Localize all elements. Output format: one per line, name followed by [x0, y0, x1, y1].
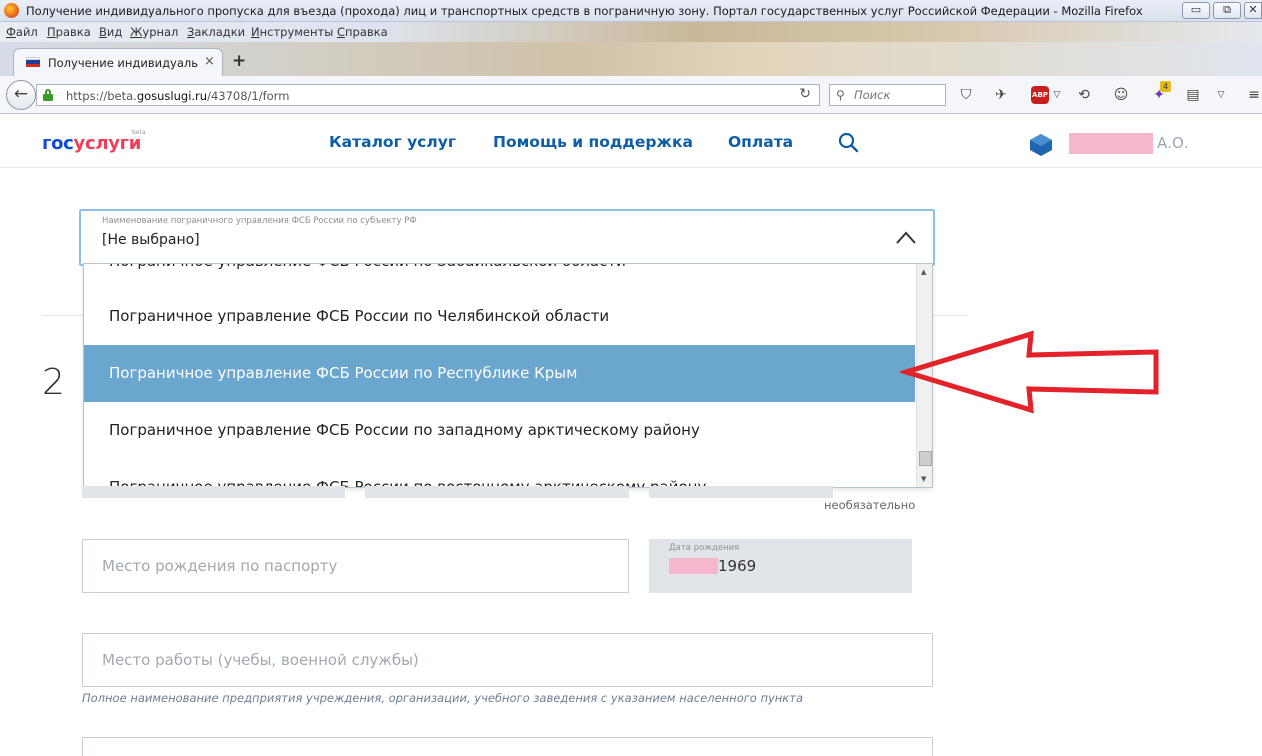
workplace-field[interactable]: Место работы (учебы, военной службы)	[82, 633, 933, 687]
url-text: https://beta.gosuslugi.ru/43708/1/form	[66, 89, 290, 103]
scroll-down-icon[interactable]: ▼	[921, 475, 926, 483]
workplace-placeholder: Место работы (учебы, военной службы)	[102, 651, 419, 669]
menu-bar: Файл Правка Вид Журнал Закладки Инструме…	[0, 22, 1262, 42]
step-number: 2	[42, 362, 65, 403]
menu-file[interactable]: Файл	[6, 25, 38, 39]
menu-view[interactable]: Вид	[99, 25, 122, 39]
overflow-dropdown-icon[interactable]: ▽	[1212, 86, 1230, 104]
scrollbar-thumb[interactable]	[919, 451, 932, 466]
hidden-field[interactable]	[365, 486, 629, 498]
nav-payment[interactable]: Оплата	[728, 133, 793, 151]
tab-gosuslugi[interactable]: Получение индивидуальн... ×	[13, 48, 223, 76]
birthdate-caption: Дата рождения	[669, 543, 740, 553]
chevron-up-icon[interactable]	[895, 229, 917, 245]
menu-tools[interactable]: Инструменты	[251, 25, 333, 39]
window-titlebar: Получение индивидуального пропуска для в…	[0, 0, 1262, 22]
clipboard-icon[interactable]: ▤	[1184, 86, 1202, 104]
menu-history[interactable]: Журнал	[130, 25, 178, 39]
birthdate-redaction	[669, 558, 718, 574]
magnifier-icon: ⚲	[836, 88, 845, 102]
logo-beta-label: beta	[132, 129, 146, 136]
scroll-up-icon[interactable]: ▲	[921, 268, 926, 276]
tab-close-icon[interactable]: ×	[204, 54, 215, 69]
dropdown-option[interactable]: Пограничное управление ФСБ России по Заб…	[84, 264, 915, 290]
dropdown-option[interactable]: Пограничное управление ФСБ России по зап…	[84, 402, 915, 459]
next-field[interactable]	[82, 737, 933, 756]
user-name-redaction	[1069, 133, 1153, 154]
menu-edit[interactable]: Правка	[47, 25, 91, 39]
pocket-icon[interactable]: ⛉	[957, 86, 975, 104]
select-caption: Наименование пограничного управления ФСБ…	[102, 216, 417, 226]
reload-icon[interactable]: ↻	[799, 86, 811, 102]
workplace-hint: Полное наименование предприятия учрежден…	[82, 691, 803, 705]
birthdate-value: 1969	[718, 557, 757, 575]
user-name[interactable]: А.О.	[1157, 134, 1189, 152]
hidden-field[interactable]	[649, 486, 833, 498]
search-bar[interactable]: ⚲	[829, 84, 946, 106]
search-input[interactable]	[854, 88, 942, 102]
dropdown-option[interactable]: Пограничное управление ФСБ России по Чел…	[84, 288, 915, 345]
window-title: Получение индивидуального пропуска для в…	[26, 4, 1143, 18]
russia-flag-icon	[26, 57, 40, 67]
hamburger-menu-icon[interactable]: ≡	[1245, 86, 1262, 104]
maximize-button[interactable]: ⧉	[1213, 2, 1241, 19]
dropdown-option-highlighted[interactable]: Пограничное управление ФСБ России по Рес…	[84, 345, 915, 402]
address-bar[interactable]: https://beta.gosuslugi.ru/43708/1/form ↻	[36, 84, 820, 106]
site-header: госуслуги beta Каталог услуг Помощь и по…	[0, 115, 1262, 168]
user-avatar-icon[interactable]	[1029, 133, 1053, 157]
adblock-dropdown-icon[interactable]: ▽	[1048, 86, 1066, 104]
back-button[interactable]: ←	[6, 80, 36, 110]
new-tab-button[interactable]: +	[232, 51, 246, 71]
tab-label: Получение индивидуальн...	[48, 56, 198, 70]
minimize-button[interactable]: ▭	[1182, 2, 1210, 19]
send-tab-icon[interactable]: ✈	[992, 86, 1010, 104]
annotation-arrow-icon	[900, 330, 1159, 414]
close-window-button[interactable]: ✕	[1244, 2, 1262, 19]
smiley-icon[interactable]: ☺	[1112, 86, 1130, 104]
birthplace-placeholder: Место рождения по паспорту	[102, 557, 338, 575]
firefox-icon	[4, 3, 19, 18]
optional-hint: необязательно	[824, 498, 916, 512]
gosuslugi-logo[interactable]: госуслуги	[42, 133, 141, 154]
lock-icon	[43, 89, 53, 101]
select-value: [Не выбрано]	[102, 232, 200, 248]
adblock-icon[interactable]: ABP	[1031, 86, 1049, 104]
nav-help[interactable]: Помощь и поддержка	[493, 133, 693, 151]
menu-bookmarks[interactable]: Закладки	[187, 25, 245, 39]
tab-strip: Получение индивидуальн... × +	[0, 42, 1262, 76]
navigation-bar: ← https://beta.gosuslugi.ru/43708/1/form…	[0, 76, 1262, 114]
hidden-field[interactable]	[82, 486, 345, 498]
birthplace-field[interactable]: Место рождения по паспорту	[82, 539, 629, 593]
birthdate-field: Дата рождения 1969	[649, 539, 912, 593]
dropdown-option[interactable]: Пограничное управление ФСБ России по вос…	[84, 459, 915, 487]
border-office-select[interactable]: Наименование пограничного управления ФСБ…	[79, 209, 935, 266]
search-icon[interactable]	[838, 132, 859, 153]
extension-badge: 4	[1160, 81, 1171, 92]
nav-catalog[interactable]: Каталог услуг	[329, 133, 456, 151]
menu-help[interactable]: Справка	[337, 25, 388, 39]
history-sync-icon[interactable]: ⟲	[1075, 86, 1093, 104]
select-dropdown-list: Пограничное управление ФСБ России по Заб…	[83, 263, 933, 488]
